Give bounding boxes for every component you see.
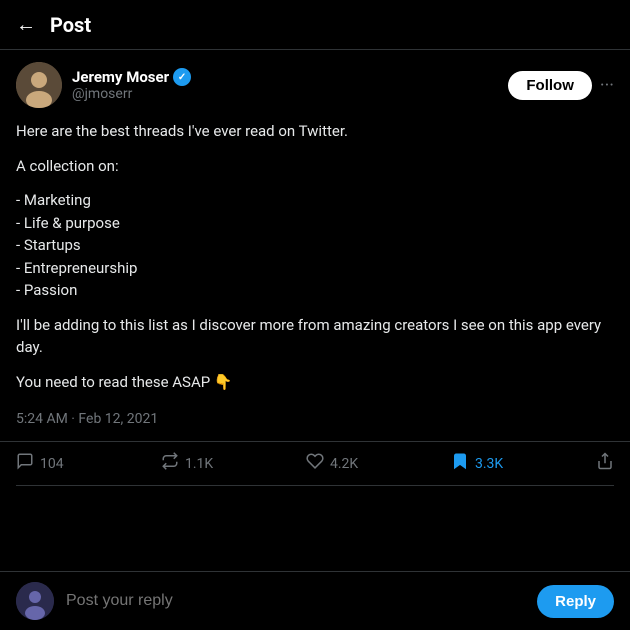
comment-icon [16,452,34,475]
retweet-count: 1.1K [185,456,213,472]
tweet-line-3: - Marketing - Life & purpose - Startups … [16,189,614,302]
bookmark-icon [451,452,469,475]
display-name[interactable]: Jeremy Moser [72,68,169,86]
share-icon[interactable] [596,452,614,475]
follow-button[interactable]: Follow [508,71,592,100]
username[interactable]: @jmoserr [72,86,191,102]
tweet-content: Here are the best threads I've ever read… [16,120,614,393]
reply-input[interactable] [66,592,525,610]
header: ← Post [0,0,630,50]
back-button[interactable]: ← [16,12,36,37]
display-name-row: Jeremy Moser [72,68,191,86]
user-info: Jeremy Moser @jmoserr [72,68,191,102]
page-title: Post [50,13,91,37]
avatar[interactable] [16,62,62,108]
retweet-stat[interactable]: 1.1K [161,452,306,475]
tweet-area: Jeremy Moser @jmoserr Follow ··· Here ar… [0,50,630,571]
like-count: 4.2K [330,456,358,472]
bookmark-count: 3.3K [475,456,503,472]
more-options-icon[interactable]: ··· [600,75,614,96]
tweet-line-1: Here are the best threads I've ever read… [16,120,614,143]
user-left: Jeremy Moser @jmoserr [16,62,191,108]
heart-icon [306,452,324,475]
reply-bar: Reply [0,571,630,630]
bookmark-stat[interactable]: 3.3K [451,452,596,475]
comment-count: 104 [40,456,64,472]
twitter-post-page: ← Post Jeremy Moser @jm [0,0,630,630]
verified-icon [173,68,191,86]
tweet-line-5: You need to read these ASAP 👇 [16,371,614,394]
reply-button[interactable]: Reply [537,585,614,618]
timestamp: 5:24 AM · Feb 12, 2021 [16,407,614,427]
user-right: Follow ··· [508,71,614,100]
tweet-line-2: A collection on: [16,155,614,178]
stats-row: 104 1.1K 4. [16,442,614,486]
user-row: Jeremy Moser @jmoserr Follow ··· [16,62,614,108]
like-stat[interactable]: 4.2K [306,452,451,475]
comment-stat[interactable]: 104 [16,452,161,475]
reply-avatar [16,582,54,620]
tweet-line-4: I'll be adding to this list as I discove… [16,314,614,359]
retweet-icon [161,452,179,475]
